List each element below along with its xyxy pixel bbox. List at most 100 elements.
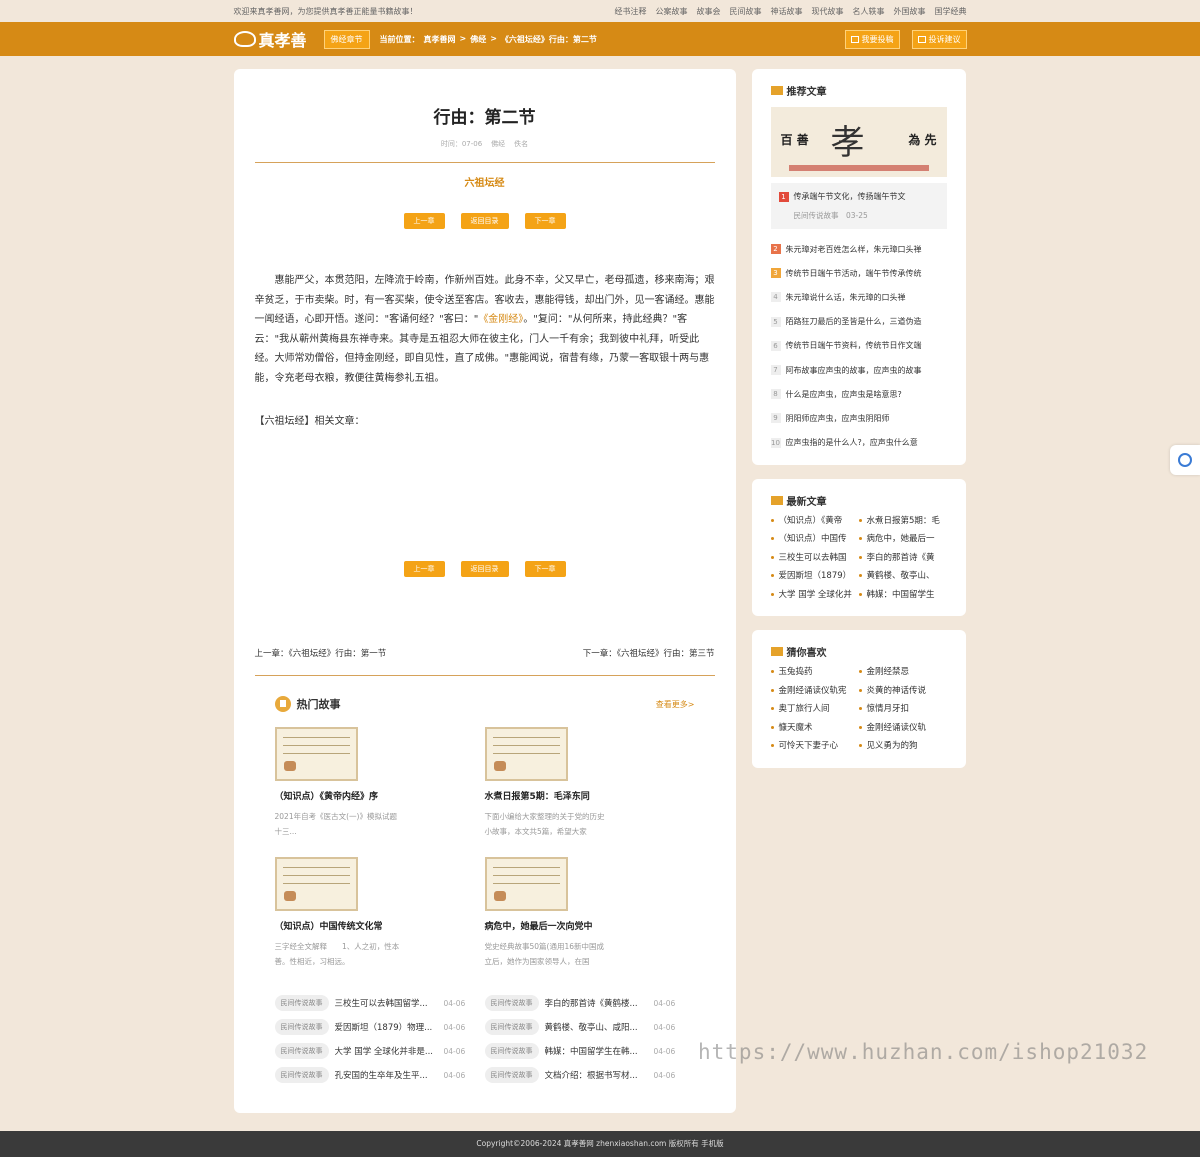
- prev-chapter-button-bottom[interactable]: 上一章: [403, 561, 445, 577]
- category-tag: 民间传说故事: [274, 1043, 329, 1059]
- list-item[interactable]: 水煮日报第5期：毛: [858, 514, 947, 533]
- list-item[interactable]: 民间传说故事 李白的那首诗《黄鹤楼... 04-06: [484, 995, 695, 1011]
- list-item[interactable]: 爱因斯坦（1879）: [770, 569, 859, 588]
- list-item[interactable]: 奥丁旅行人间: [770, 702, 859, 721]
- article-category: 佛经: [491, 140, 506, 148]
- list-item[interactable]: 金刚经禁忌: [858, 665, 947, 684]
- category-button[interactable]: 佛经章节: [323, 29, 370, 49]
- crumb-home[interactable]: 真孝善网: [424, 34, 456, 45]
- list-item[interactable]: 5 陌路狂刀最后的圣皆是什么，三道伪造: [770, 310, 947, 334]
- article-time: 时间：07-06: [440, 140, 483, 148]
- next-chapter-button[interactable]: 下一章: [524, 213, 566, 229]
- list-item[interactable]: 惊情月牙扣: [858, 702, 947, 721]
- list-item[interactable]: 民间传说故事 韩媒：中国留学生在韩... 04-06: [484, 1043, 695, 1059]
- hot-icon: [274, 696, 291, 712]
- chapter-pager-top: 上一章 返回目录 下一章: [255, 213, 715, 229]
- list-item[interactable]: 金刚经诵读仪轨: [858, 721, 947, 740]
- list-item[interactable]: 金刚经诵读仪轨宪: [770, 684, 859, 703]
- recommend-top-item[interactable]: 1 传承端午节文化，传扬端午节文 民间传说故事 03-25: [770, 183, 947, 229]
- list-item[interactable]: 6 传统节日端午节资料，传统节日作文端: [770, 334, 947, 358]
- top-link-shenhua[interactable]: 神话故事: [771, 6, 803, 17]
- recommend-banner[interactable]: 百 善為 先 孝: [770, 107, 947, 177]
- category-tag: 民间传说故事: [274, 1019, 329, 1035]
- site-logo[interactable]: 真孝善: [233, 27, 324, 51]
- list-item[interactable]: 炎黄的神话传说: [858, 684, 947, 703]
- list-item[interactable]: 民间传说故事 孔安国的生卒年及生平... 04-06: [274, 1067, 485, 1083]
- story-card[interactable]: 病危中，她最后一次向党中 党史经典故事50篇(通用16新中国成立后，她作为国家领…: [484, 857, 695, 969]
- story-thumbnail: [274, 857, 358, 911]
- crumb-category[interactable]: 佛经: [470, 34, 486, 45]
- category-tag: 民间传说故事: [274, 995, 329, 1011]
- prev-article-link[interactable]: 《六祖坛经》行由：第一节: [289, 649, 387, 659]
- feedback-button[interactable]: 投诉建议: [911, 29, 967, 49]
- list-item[interactable]: 慷天魔术: [770, 721, 859, 740]
- list-item[interactable]: 10 应声虫指的是什么人?，应声虫什么意: [770, 431, 947, 455]
- submit-article-button[interactable]: 我要投稿: [844, 29, 900, 49]
- top-link-mingren[interactable]: 名人轶事: [853, 6, 885, 17]
- list-item[interactable]: 病危中，她最后一: [858, 532, 947, 551]
- article-author: 佚名: [514, 140, 529, 148]
- story-thumbnail: [484, 857, 568, 911]
- next-chapter-button-bottom[interactable]: 下一章: [524, 561, 566, 577]
- list-item[interactable]: 见义勇为的狗: [858, 739, 947, 758]
- chart-icon: [770, 495, 783, 505]
- list-item[interactable]: （知识点）中国传: [770, 532, 859, 551]
- top-link-waiguo[interactable]: 外国故事: [894, 6, 926, 17]
- list-item[interactable]: 民间传说故事 黄鹤楼、敬亭山、咸阳... 04-06: [484, 1019, 695, 1035]
- list-item[interactable]: 4 朱元璋说什么话，朱元璋的口头禅: [770, 285, 947, 309]
- toc-button-bottom[interactable]: 返回目录: [460, 561, 509, 577]
- next-article-link[interactable]: 《六祖坛经》行由：第三节: [617, 649, 715, 659]
- list-item[interactable]: 3 传统节日端午节活动，端午节传承传统: [770, 261, 947, 285]
- top-link-gushihui[interactable]: 故事会: [697, 6, 721, 17]
- jingang-link[interactable]: 《金刚经》: [478, 314, 523, 325]
- list-item[interactable]: 玉兔捣药: [770, 665, 859, 684]
- list-item[interactable]: 民间传说故事 三校生可以去韩国留学... 04-06: [274, 995, 485, 1011]
- top-link-minjian[interactable]: 民间故事: [730, 6, 762, 17]
- list-item[interactable]: 8 什么是应声虫，应声虫是啥意思?: [770, 382, 947, 406]
- breadcrumb: 当前位置： 真孝善网 > 佛经 > 《六祖坛经》行由：第二节: [379, 33, 597, 45]
- list-item[interactable]: 2 朱元璋对老百姓怎么样，朱元璋口头禅: [770, 237, 947, 261]
- main-nav: 真孝善 佛经章节 当前位置： 真孝善网 > 佛经 > 《六祖坛经》行由：第二节 …: [0, 22, 1200, 56]
- toc-button[interactable]: 返回目录: [460, 213, 509, 229]
- translate-float-button[interactable]: [1170, 445, 1200, 475]
- watermark: https://www.huzhan.com/ishop21032: [698, 1040, 1149, 1064]
- sidebar: 推荐文章 百 善為 先 孝 1 传承端午节文化，传扬端午节文 民间传说故事 03-…: [751, 69, 966, 782]
- story-card[interactable]: 水煮日报第5期：毛泽东同 下面小编给大家整理的关于党的历史小故事，本文共5篇，希…: [484, 727, 695, 839]
- top-link-gongan[interactable]: 公案故事: [656, 6, 688, 17]
- list-item[interactable]: 大学 国学 全球化并: [770, 588, 859, 607]
- guess-box: 猜你喜欢 玉兔捣药 金刚经禁忌 金刚经诵读仪轨宪 炎黄的神话传说 奥丁旅行人间 …: [751, 630, 966, 768]
- chapter-pager-bottom: 上一章 返回目录 下一章: [255, 561, 715, 577]
- category-tag: 民间传说故事: [484, 1043, 539, 1059]
- list-item[interactable]: 李白的那首诗《黄: [858, 551, 947, 570]
- latest-box: 最新文章 （知识点）《黄帝 水煮日报第5期：毛 （知识点）中国传 病危中，她最后…: [751, 478, 966, 617]
- see-more-link[interactable]: 查看更多>: [656, 699, 695, 710]
- edit-icon: [850, 35, 859, 43]
- thumbs-up-icon: [770, 86, 783, 95]
- list-item[interactable]: 民间传说故事 爱因斯坦（1879）物理... 04-06: [274, 1019, 485, 1035]
- top-link-jingshu[interactable]: 经书注释: [615, 6, 647, 17]
- divider: [254, 675, 715, 676]
- story-card[interactable]: （知识点）《黄帝内经》序 2021年自考《医古文(一)》模拟试题十三...: [274, 727, 485, 839]
- top-link-guoxue[interactable]: 国学经典: [935, 6, 967, 17]
- category-tag: 民间传说故事: [484, 995, 539, 1011]
- list-item[interactable]: 可怜天下妻子心: [770, 739, 859, 758]
- category-tag: 民间传说故事: [484, 1067, 539, 1083]
- list-item[interactable]: 黄鹤楼、敬亭山、: [858, 569, 947, 588]
- list-item[interactable]: 民间传说故事 文档介绍：根据书写材... 04-06: [484, 1067, 695, 1083]
- divider: [254, 162, 715, 163]
- list-item[interactable]: 三校生可以去韩国: [770, 551, 859, 570]
- story-card[interactable]: （知识点）中国传统文化常 三字经全文解释 1、人之初，性本善。性相近，习相远。: [274, 857, 485, 969]
- article-panel: 行由：第二节 时间：07-06 佛经 佚名 六祖坛经 上一章 返回目录 下一章 …: [233, 69, 736, 1113]
- list-item[interactable]: （知识点）《黄帝: [770, 514, 859, 533]
- book-name[interactable]: 六祖坛经: [255, 174, 715, 189]
- translate-icon: [1178, 453, 1192, 467]
- top-bar: 欢迎来真孝善网，为您提供真孝善正能量书籍故事！ 经书注释 公案故事 故事会 民间…: [0, 0, 1200, 22]
- list-item[interactable]: 9 阴阳师应声虫，应声虫阴阳师: [770, 406, 947, 430]
- list-item[interactable]: 民间传说故事 大学 国学 全球化并非是... 04-06: [274, 1043, 485, 1059]
- list-item[interactable]: 7 阿布故事应声虫的故事，应声虫的故事: [770, 358, 947, 382]
- top-link-xiandai[interactable]: 现代故事: [812, 6, 844, 17]
- prev-chapter-button[interactable]: 上一章: [403, 213, 445, 229]
- crumb-current: 《六祖坛经》行由：第二节: [500, 34, 597, 44]
- list-item[interactable]: 韩媒：中国留学生: [858, 588, 947, 607]
- story-thumbnail: [484, 727, 568, 781]
